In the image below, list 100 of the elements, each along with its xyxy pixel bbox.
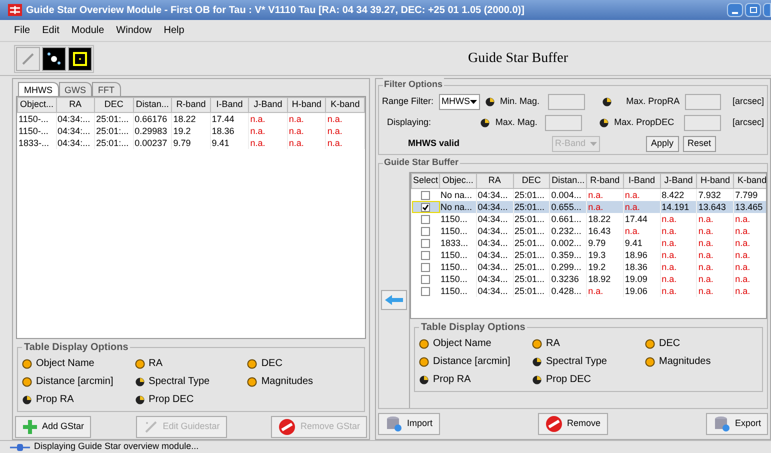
select-checkbox[interactable]: [421, 190, 430, 200]
column-header[interactable]: I-Band: [623, 174, 660, 188]
select-checkbox[interactable]: [421, 250, 430, 260]
column-header[interactable]: Distan...: [550, 174, 587, 188]
table-cell: n.a.: [660, 260, 697, 272]
toggle-off-icon[interactable]: [532, 374, 542, 384]
option-label: Object Name: [433, 337, 492, 351]
table-cell: 18.36: [623, 260, 660, 272]
column-header[interactable]: I-Band: [210, 98, 249, 112]
action-button[interactable]: Remove: [538, 413, 608, 435]
column-header[interactable]: K-band: [734, 174, 766, 188]
table-cell: n.a.: [660, 248, 697, 260]
toggle-off-icon[interactable]: [485, 97, 496, 107]
column-header[interactable]: RA: [56, 98, 95, 112]
action-button[interactable]: Export: [706, 413, 768, 435]
table-cell: n.a.: [586, 284, 624, 296]
table-cell: 19.2: [586, 260, 624, 272]
select-checkbox[interactable]: [421, 202, 430, 212]
option-label: DEC: [659, 337, 680, 351]
toggle-on-icon[interactable]: [247, 358, 258, 368]
toggle-on-icon[interactable]: [247, 376, 258, 386]
table-cell: 04:34...: [476, 260, 514, 272]
column-header[interactable]: DEC: [513, 174, 550, 188]
menu-item[interactable]: Window: [116, 23, 152, 38]
toggle-on-icon[interactable]: [645, 338, 655, 348]
column-header[interactable]: Object...: [18, 98, 56, 112]
toggle-off-icon[interactable]: [419, 374, 429, 384]
column-header[interactable]: DEC: [94, 98, 134, 112]
table-cell: 16.43: [586, 224, 624, 236]
column-header[interactable]: Objec...: [440, 174, 476, 188]
table-cell: 9.41: [623, 236, 660, 248]
range-dropdown[interactable]: MHWS: [438, 94, 480, 110]
tab[interactable]: FFT: [92, 82, 120, 96]
toggle-off-icon[interactable]: [22, 394, 32, 404]
column-header[interactable]: K-band: [326, 98, 364, 112]
menu-item[interactable]: Edit: [42, 23, 60, 38]
no-entry-icon: [544, 415, 563, 433]
toggle-on-icon[interactable]: [22, 358, 32, 368]
table-cell: 04:34...: [476, 248, 514, 260]
apply-button[interactable]: Apply: [646, 136, 679, 152]
toggle-off-icon[interactable]: [602, 97, 612, 107]
toggle-on-icon[interactable]: [419, 356, 429, 366]
input-field[interactable]: [684, 115, 722, 131]
column-header[interactable]: RA: [476, 174, 514, 188]
toggle-off-icon[interactable]: [134, 376, 145, 386]
toggle-off-icon[interactable]: [532, 356, 542, 366]
table-cell: 25:01...: [513, 200, 550, 212]
toggle-on-icon[interactable]: [645, 356, 655, 366]
table-cell: n.a.: [326, 137, 364, 149]
table-cell: n.a.: [734, 236, 766, 248]
frame-icon: [72, 50, 88, 66]
maximize-button[interactable]: [745, 3, 761, 17]
menu-item[interactable]: Help: [164, 23, 184, 38]
menu-item[interactable]: Module: [71, 23, 104, 38]
menu-item[interactable]: File: [14, 23, 30, 38]
option-label: Distance [arcmin]: [36, 375, 114, 389]
select-checkbox[interactable]: [421, 286, 430, 296]
column-header[interactable]: H-band: [287, 98, 326, 112]
table-cell: 18.36: [210, 125, 249, 137]
table-cell: n.a.: [660, 212, 697, 224]
input-field[interactable]: [684, 94, 722, 110]
column-header[interactable]: Select: [412, 174, 440, 188]
input-field[interactable]: [544, 115, 582, 131]
toggle-off-icon[interactable]: [134, 394, 145, 404]
action-button[interactable]: Import: [378, 413, 440, 435]
select-checkbox[interactable]: [421, 214, 430, 224]
toggle-on-icon[interactable]: [532, 338, 542, 348]
table-cell: 04:34...: [476, 236, 514, 248]
group-title: Table Display Options: [419, 320, 528, 335]
action-button[interactable]: Add GStar: [15, 416, 92, 438]
column-header[interactable]: J-Band: [660, 174, 697, 188]
input-field[interactable]: [548, 94, 585, 110]
toggle-on-icon[interactable]: [419, 338, 429, 348]
table-cell: n.a.: [287, 125, 326, 137]
table-cell: 19.3: [586, 248, 624, 260]
toggle-on-icon[interactable]: [134, 358, 145, 368]
field-label: Min. Mag.: [500, 95, 541, 108]
select-checkbox[interactable]: [421, 262, 430, 272]
column-header[interactable]: Distan...: [133, 98, 172, 112]
minimize-button[interactable]: [727, 3, 743, 17]
column-header[interactable]: R-band: [586, 174, 624, 188]
reset-button[interactable]: Reset: [682, 136, 716, 152]
toggle-on-icon[interactable]: [22, 376, 32, 386]
toolbar-button[interactable]: [42, 46, 66, 70]
column-header[interactable]: H-band: [696, 174, 734, 188]
tab[interactable]: GWS: [58, 82, 92, 96]
select-checkbox[interactable]: [421, 226, 430, 236]
table-cell: 1150...: [440, 224, 476, 236]
table-cell: 25:01...: [513, 236, 550, 248]
tab[interactable]: MHWS: [18, 82, 58, 96]
option-label: RA: [546, 337, 560, 351]
select-checkbox[interactable]: [421, 238, 430, 248]
toggle-off-icon[interactable]: [480, 118, 490, 128]
toolbar-button[interactable]: [68, 46, 92, 70]
toggle-off-icon[interactable]: [599, 118, 610, 128]
column-header[interactable]: R-band: [172, 98, 210, 112]
status-text: Displaying Guide Star overview module...: [34, 440, 199, 453]
range-label: Range Filter:: [382, 95, 434, 108]
select-checkbox[interactable]: [421, 274, 430, 284]
column-header[interactable]: J-Band: [248, 98, 288, 112]
